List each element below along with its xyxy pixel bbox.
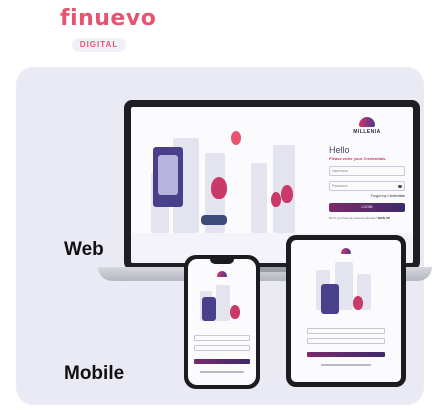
- password-field[interactable]: [194, 345, 250, 351]
- eye-icon[interactable]: [398, 185, 402, 188]
- username-field[interactable]: [194, 335, 250, 341]
- signup-text: [321, 364, 371, 366]
- millenia-logo-icon: [341, 248, 351, 254]
- signup-prompt: Don't you have an account already?: [329, 216, 377, 220]
- tree: [271, 192, 281, 207]
- millenia-logo-icon: [359, 117, 375, 127]
- showcase-card: MILLENIA Hello Please enter your Credent…: [16, 67, 432, 405]
- balloon-illustration: [231, 131, 241, 145]
- phone-illustration: [321, 284, 339, 314]
- person-illustration: [201, 215, 227, 225]
- tablet-mockup: [286, 235, 406, 387]
- phone-screen: [188, 259, 256, 385]
- signup-row: Don't you have an account already? SIGN …: [329, 216, 405, 220]
- tree: [353, 296, 363, 310]
- login-panel: MILLENIA Hello Please enter your Credent…: [329, 117, 405, 220]
- brand-logo: finuevo: [60, 6, 157, 31]
- building: [216, 285, 230, 321]
- building: [251, 163, 267, 233]
- mobile-label: Mobile: [64, 363, 125, 384]
- tree: [281, 185, 293, 203]
- username-placeholder: Username: [332, 169, 349, 173]
- tree: [230, 305, 240, 319]
- signup-link[interactable]: SIGN UP: [378, 216, 390, 220]
- password-field[interactable]: [307, 338, 385, 344]
- phone-illustration-screen: [158, 155, 178, 195]
- brand-tag: DIGITAL: [72, 38, 126, 52]
- tree: [211, 177, 227, 199]
- greeting: Hello: [329, 145, 350, 155]
- password-field[interactable]: Password: [329, 181, 405, 191]
- web-label: Web: [64, 239, 104, 260]
- credentials-prompt: Please enter your Credentials.: [329, 156, 387, 161]
- login-button[interactable]: [307, 352, 385, 357]
- millenia-logo-icon: [217, 271, 227, 277]
- password-placeholder: Password: [332, 184, 348, 188]
- login-button[interactable]: [194, 359, 250, 364]
- tablet-screen: [291, 240, 401, 382]
- phone-illustration: [202, 297, 216, 321]
- app-logo-text: MILLENIA: [353, 129, 381, 135]
- username-field[interactable]: [307, 328, 385, 334]
- page: finuevo DIGITAL MILLENIA Hello Please en…: [0, 0, 440, 410]
- login-button[interactable]: LOGIN: [329, 203, 405, 212]
- forgot-link[interactable]: Forgot my Credentials: [329, 194, 405, 198]
- username-field[interactable]: Username: [329, 166, 405, 176]
- phone-notch: [210, 259, 234, 264]
- signup-text: [200, 371, 244, 373]
- phone-mockup: [184, 255, 260, 389]
